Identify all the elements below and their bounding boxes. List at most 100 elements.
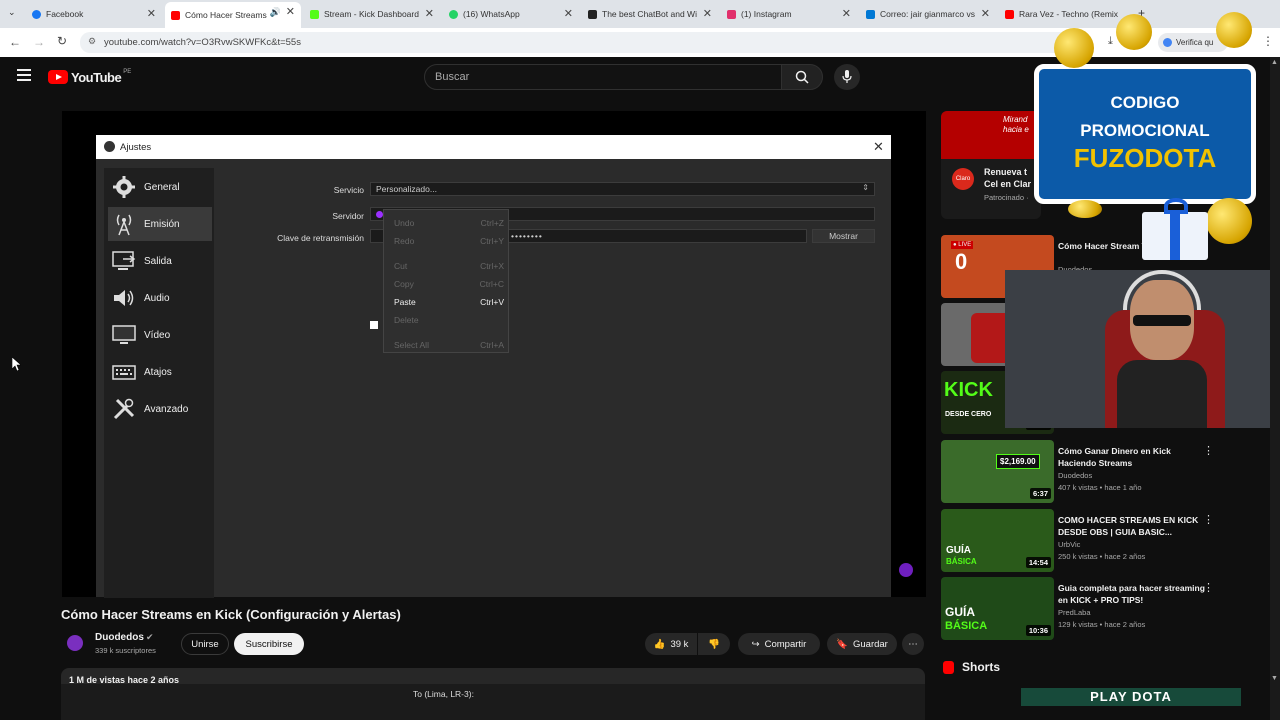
save-label: Guardar <box>852 638 888 650</box>
context-item-delete[interactable]: Delete <box>394 315 504 325</box>
context-item-select-all[interactable]: Select All Ctrl+A <box>394 340 504 350</box>
video-description-box[interactable]: 1 M de vistas hace 2 años To (Lima, LR-3… <box>61 668 925 720</box>
promo-code-banner: CODIGO PROMOCIONAL FUZODOTA <box>1034 64 1256 204</box>
tab-music[interactable]: Rara Vez - Techno (Remix <box>999 4 1129 24</box>
ad-banner: Mirand hacia e <box>941 111 1041 159</box>
obs-settings-window: Ajustes ✕ General Emisión Salida Audio V… <box>96 135 913 598</box>
more-options-icon[interactable]: ⋮ <box>1203 513 1214 526</box>
address-bar[interactable]: ⚙ youtube.com/watch?v=O3RvwSKWFKc&t=55s <box>80 32 1080 53</box>
speaker-icon <box>114 290 134 306</box>
tab-youtube-active[interactable]: Cómo Hacer Streams 🔊 ✕ <box>165 2 301 28</box>
dislike-button[interactable]: 👎 <box>698 633 730 655</box>
reload-icon[interactable]: ↻ <box>57 34 67 48</box>
obs-nav-audio[interactable]: Audio <box>108 281 212 315</box>
close-tab-icon[interactable]: ✕ <box>842 7 851 20</box>
streamer-body <box>1117 360 1207 428</box>
service-select[interactable]: Personalizado... ⇕ <box>370 182 875 196</box>
context-item-label: Copy <box>394 279 414 289</box>
keyboard-icon <box>112 365 136 380</box>
speaker-icon[interactable]: 🔊 <box>270 7 281 18</box>
tab-outlook[interactable]: Correo: jair gianmarco vs ✕ <box>860 4 996 24</box>
scroll-up-icon[interactable]: ▲ <box>1271 59 1278 66</box>
channel-name[interactable]: Duodedos <box>95 632 144 643</box>
download-icon[interactable]: ⤓ <box>1108 35 1113 48</box>
kick-icon <box>310 9 319 19</box>
tab-label: Rara Vez - Techno (Remix <box>1019 9 1119 19</box>
context-item-undo[interactable]: Undo Ctrl+Z <box>394 218 504 228</box>
recommendation-item[interactable]: GUÍA BÁSICA 14:54 COMO HACER STREAMS EN … <box>941 509 1271 574</box>
context-item-cut[interactable]: Cut Ctrl+X <box>394 261 504 271</box>
video-thumbnail[interactable]: GUÍA BÁSICA 14:54 <box>941 509 1054 572</box>
close-tab-icon[interactable]: ✕ <box>425 7 434 20</box>
join-button[interactable]: Unirse <box>181 633 229 655</box>
tab-whatsapp[interactable]: (16) WhatsApp ✕ <box>443 4 579 24</box>
close-icon[interactable]: ✕ <box>873 139 884 155</box>
video-thumbnail[interactable]: GUÍA BÁSICA 10:36 <box>941 577 1054 640</box>
share-button[interactable]: ↪ Compartir <box>738 633 820 655</box>
more-actions-button[interactable]: ⋯ <box>902 633 924 655</box>
tab-chatbot[interactable]: The best ChatBot and Wi ✕ <box>582 4 718 24</box>
search-button[interactable] <box>781 64 823 90</box>
recommendation-channel: Duodedos <box>1058 471 1093 480</box>
obs-nav-general[interactable]: General <box>108 170 212 204</box>
obs-nav-label: Atajos <box>144 366 172 378</box>
close-tab-icon[interactable]: ✕ <box>147 7 156 20</box>
close-tab-icon[interactable]: ✕ <box>703 7 712 20</box>
youtube-play-icon <box>48 70 68 84</box>
context-item-copy[interactable]: Copy Ctrl+C <box>394 279 504 289</box>
shorts-header[interactable]: Shorts <box>943 660 1000 674</box>
scroll-down-icon[interactable]: ▼ <box>1271 675 1278 682</box>
site-info-icon[interactable]: ⚙ <box>88 36 96 47</box>
taskbar-text: To (Lima, LR-3): <box>413 689 474 699</box>
obs-nav-label: Audio <box>144 292 170 304</box>
context-item-shortcut: Ctrl+Z <box>480 218 504 228</box>
like-button[interactable]: 👍 39 k <box>645 633 697 655</box>
subscribe-button[interactable]: Suscribirse <box>234 633 304 655</box>
close-tab-icon[interactable]: ✕ <box>981 7 990 20</box>
search-input[interactable]: Buscar <box>424 64 782 90</box>
checkbox[interactable] <box>370 321 378 329</box>
close-tab-icon[interactable]: ✕ <box>286 5 295 18</box>
youtube-logo[interactable]: YouTube PE <box>48 69 131 85</box>
close-tab-icon[interactable]: ✕ <box>564 7 573 20</box>
tab-facebook[interactable]: Facebook ✕ <box>26 4 162 24</box>
shorts-icon <box>943 660 954 674</box>
obs-nav-video[interactable]: Vídeo <box>108 318 212 352</box>
show-button-label: Mostrar <box>829 231 858 241</box>
context-item-paste[interactable]: Paste Ctrl+V <box>394 297 504 307</box>
save-button[interactable]: 🔖 Guardar <box>827 633 897 655</box>
obs-nav-atajos[interactable]: Atajos <box>108 355 212 389</box>
voice-search-button[interactable] <box>834 64 860 90</box>
recommendation-item[interactable]: $2,169.00 6:37 Cómo Ganar Dinero en Kick… <box>941 440 1271 505</box>
recommendation-channel: UrbVic <box>1058 540 1081 549</box>
tab-list-chevron-icon[interactable]: ⌄ <box>8 7 16 18</box>
context-item-shortcut: Ctrl+Y <box>480 236 504 246</box>
back-icon[interactable]: ← <box>9 35 21 49</box>
obs-nav-label: General <box>144 181 180 193</box>
page-scrollbar[interactable]: ▲ ▼ <box>1270 57 1280 720</box>
more-options-icon[interactable]: ⋮ <box>1203 444 1214 457</box>
channel-avatar[interactable] <box>67 635 83 651</box>
obs-nav-label: Avanzado <box>144 403 189 415</box>
tab-kick[interactable]: Stream - Kick Dashboard ✕ <box>304 4 440 24</box>
verified-icon: ✔ <box>146 632 154 642</box>
context-item-redo[interactable]: Redo Ctrl+Y <box>394 236 504 246</box>
subscribe-label: Suscribirse <box>245 638 293 650</box>
more-options-icon[interactable]: ⋮ <box>1203 581 1214 594</box>
obs-nav-emision[interactable]: Emisión <box>108 207 212 241</box>
ad-card[interactable]: Mirand hacia e Claro Renueva t Cel en Cl… <box>941 111 1041 219</box>
obs-nav-label: Salida <box>144 255 172 267</box>
recommendation-item[interactable]: GUÍA BÁSICA 10:36 Guia completa para hac… <box>941 577 1271 642</box>
tab-instagram[interactable]: (1) Instagram ✕ <box>721 4 857 24</box>
browser-menu-icon[interactable]: ⋮ <box>1262 34 1274 48</box>
facebook-icon <box>32 9 41 19</box>
obs-nav-salida[interactable]: Salida <box>108 244 212 278</box>
context-item-label: Paste <box>394 297 416 307</box>
context-item-label: Cut <box>394 261 408 271</box>
hamburger-menu-icon[interactable] <box>17 69 31 81</box>
thumbnail-text: GUÍA <box>945 605 975 619</box>
obs-nav-avanzado[interactable]: Avanzado <box>108 392 212 426</box>
show-button[interactable]: Mostrar <box>812 229 875 243</box>
forward-icon[interactable]: → <box>33 35 45 49</box>
video-thumbnail[interactable]: $2,169.00 6:37 <box>941 440 1054 503</box>
